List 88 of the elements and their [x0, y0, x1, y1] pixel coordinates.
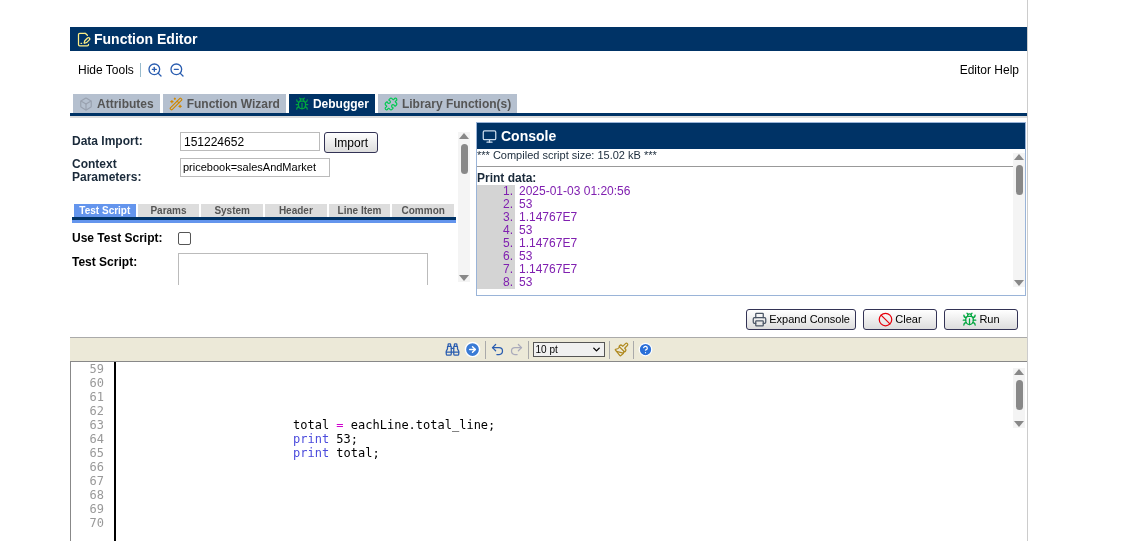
tab[interactable]: Common: [392, 204, 455, 217]
line-number: 68: [88, 488, 105, 502]
tab[interactable]: Params: [137, 204, 200, 217]
action-button[interactable]: Expand Console: [746, 309, 856, 330]
tab[interactable]: Attributes: [73, 94, 160, 113]
print-output: 53: [518, 198, 533, 211]
help-icon[interactable]: [637, 342, 653, 357]
print-output: 1.14767E7: [518, 263, 578, 276]
field-label: Data Import:: [72, 133, 144, 150]
zoom-in-icon[interactable]: [146, 62, 163, 78]
scrollbar[interactable]: [1013, 153, 1025, 287]
caret-icon: [590, 344, 602, 355]
editor-help-link[interactable]: Editor Help: [959, 61, 1019, 79]
line-number: 60: [88, 376, 105, 390]
line-number: 3.: [477, 211, 515, 224]
line-number: 65: [88, 446, 105, 460]
bug-icon: [962, 312, 978, 327]
tab[interactable]: Header: [265, 204, 327, 217]
scroll-up-icon[interactable]: [1014, 153, 1024, 161]
input-field[interactable]: 151224652: [180, 132, 320, 151]
test-script-field[interactable]: [178, 253, 428, 285]
line-number: 66: [88, 460, 105, 474]
compile-summary: *** Compiled script size: 15.02 kB ***: [477, 149, 1013, 167]
line-number: 6.: [477, 250, 515, 263]
scrollbar-thumb[interactable]: [1015, 380, 1023, 410]
line-number: 8.: [477, 276, 515, 289]
bug-icon: [294, 96, 309, 111]
scroll-up-icon[interactable]: [1014, 368, 1024, 376]
scrollbar-thumb[interactable]: [1015, 165, 1023, 195]
line-number: 59: [88, 362, 105, 376]
scroll-down-icon[interactable]: [459, 274, 469, 282]
tab[interactable]: Line Item: [328, 204, 391, 217]
print-output: 1.14767E7: [518, 237, 578, 250]
line-number: 62: [88, 404, 105, 418]
printer-icon: [752, 312, 768, 327]
field-label: Use Test Script:: [72, 230, 164, 247]
scrollbar[interactable]: [1013, 368, 1025, 428]
code-editor[interactable]: 59 60 61 62 63 64 65 66 67 68 69 70 total = eachLine.total_line; print 53; print total;: [70, 361, 1027, 541]
code-line: total = eachLine.total_line;: [293, 418, 496, 432]
line-number: 7.: [477, 263, 515, 276]
line-number: 67: [88, 474, 105, 488]
tab[interactable]: Library Function(s): [377, 94, 518, 113]
input-field[interactable]: pricebook=salesAndMarket: [180, 158, 330, 177]
code-line: print total;: [293, 446, 380, 460]
paintbrush-icon[interactable]: [613, 342, 629, 357]
scroll-up-icon[interactable]: [459, 132, 469, 140]
search-icon[interactable]: [444, 342, 460, 357]
scroll-down-icon[interactable]: [1014, 420, 1024, 428]
action-button[interactable]: Clear: [863, 309, 937, 330]
box-icon: [79, 96, 93, 111]
print-output: 53: [518, 224, 533, 237]
scroll-down-icon[interactable]: [1014, 279, 1024, 287]
line-number: 64: [88, 432, 105, 446]
line-number: 1.: [477, 185, 515, 198]
window-title: Function Editor: [94, 29, 198, 49]
scrollbar[interactable]: [458, 132, 470, 282]
code-line: print 53;: [293, 432, 359, 446]
hide-tools-link[interactable]: Hide Tools: [78, 61, 134, 79]
edit-document-icon: [76, 31, 91, 47]
puzzle-icon: [383, 96, 398, 111]
print-output: 53: [518, 276, 533, 289]
action-button[interactable]: Run: [944, 309, 1018, 330]
scrollbar-thumb[interactable]: [460, 144, 468, 174]
print-output: 2025-01-03 01:20:56: [518, 185, 631, 198]
print-data-label: Print data:: [477, 172, 538, 185]
line-number: 63: [88, 418, 105, 432]
tab[interactable]: System: [201, 204, 263, 217]
prohibited-icon: [878, 312, 894, 327]
wand-icon: [168, 96, 183, 111]
field-label: Context Parameters:: [72, 158, 143, 184]
line-number: 61: [88, 390, 105, 404]
zoom-out-icon[interactable]: [168, 62, 185, 78]
tab[interactable]: Function Wizard: [162, 94, 286, 113]
import-button[interactable]: Import: [324, 132, 378, 153]
line-number: 70: [88, 516, 105, 530]
line-number: 2.: [477, 198, 515, 211]
field-label: Test Script:: [72, 254, 139, 271]
console-title: Console: [501, 126, 557, 146]
line-number: 4.: [477, 224, 515, 237]
tab[interactable]: Debugger: [288, 94, 375, 113]
monitor-icon: [482, 128, 497, 144]
font-size-select[interactable]: 10 pt: [532, 342, 605, 357]
undo-icon[interactable]: [489, 342, 505, 357]
checkbox[interactable]: [178, 231, 191, 245]
print-output: 53: [518, 250, 533, 263]
line-number: 5.: [477, 237, 515, 250]
print-output: 1.14767E7: [518, 211, 578, 224]
line-number: 69: [88, 502, 105, 516]
